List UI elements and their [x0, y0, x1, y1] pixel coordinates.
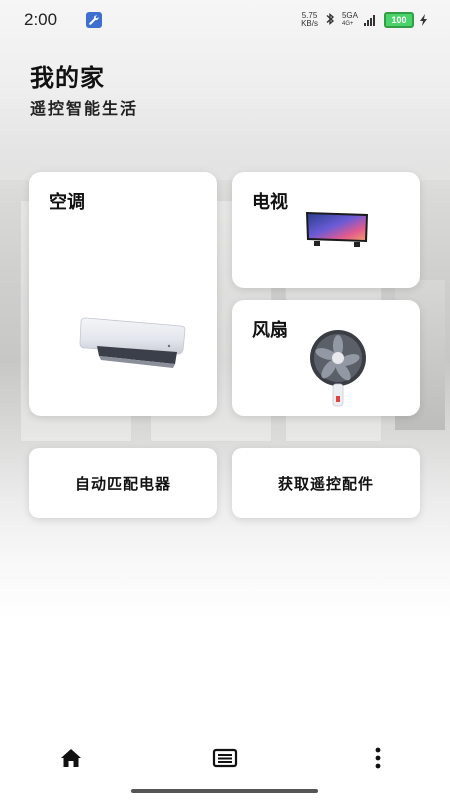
network-type: 5GA 4G+: [341, 11, 358, 28]
list-icon[interactable]: [212, 745, 238, 771]
device-card-tv[interactable]: 电视: [232, 172, 420, 288]
wrench-icon: [86, 12, 102, 28]
status-bar: 2:00 5.75 KB/s 5GA 4G+ 100: [0, 0, 450, 40]
page-subtitle: 遥控智能生活: [30, 99, 139, 118]
device-label-tv: 电视: [252, 192, 288, 213]
tv-icon: [306, 212, 368, 247]
air-conditioner-icon: [79, 317, 186, 368]
auto-match-button[interactable]: 自动匹配电器: [29, 448, 217, 518]
gesture-home-bar[interactable]: [131, 789, 318, 793]
home-icon[interactable]: [58, 745, 84, 771]
battery-icon: 100: [384, 12, 414, 28]
net-speed: 5.75 KB/s: [301, 11, 318, 28]
status-icons: 5.75 KB/s 5GA 4G+ 100: [301, 10, 428, 30]
bluetooth-icon: [324, 11, 336, 30]
device-card-ac[interactable]: 空调: [29, 172, 217, 416]
device-label-ac: 空调: [49, 192, 85, 213]
device-card-fan[interactable]: 风扇: [232, 300, 420, 416]
status-time: 2:00: [24, 10, 58, 29]
signal-icon: [364, 11, 378, 30]
get-accessories-button[interactable]: 获取遥控配件: [232, 448, 420, 518]
fan-icon: [310, 330, 366, 407]
bottom-nav: [0, 735, 450, 780]
charging-icon: [420, 11, 428, 30]
device-label-fan: 风扇: [252, 320, 288, 341]
page-title: 我的家: [30, 64, 105, 92]
more-vertical-icon[interactable]: [365, 745, 391, 771]
